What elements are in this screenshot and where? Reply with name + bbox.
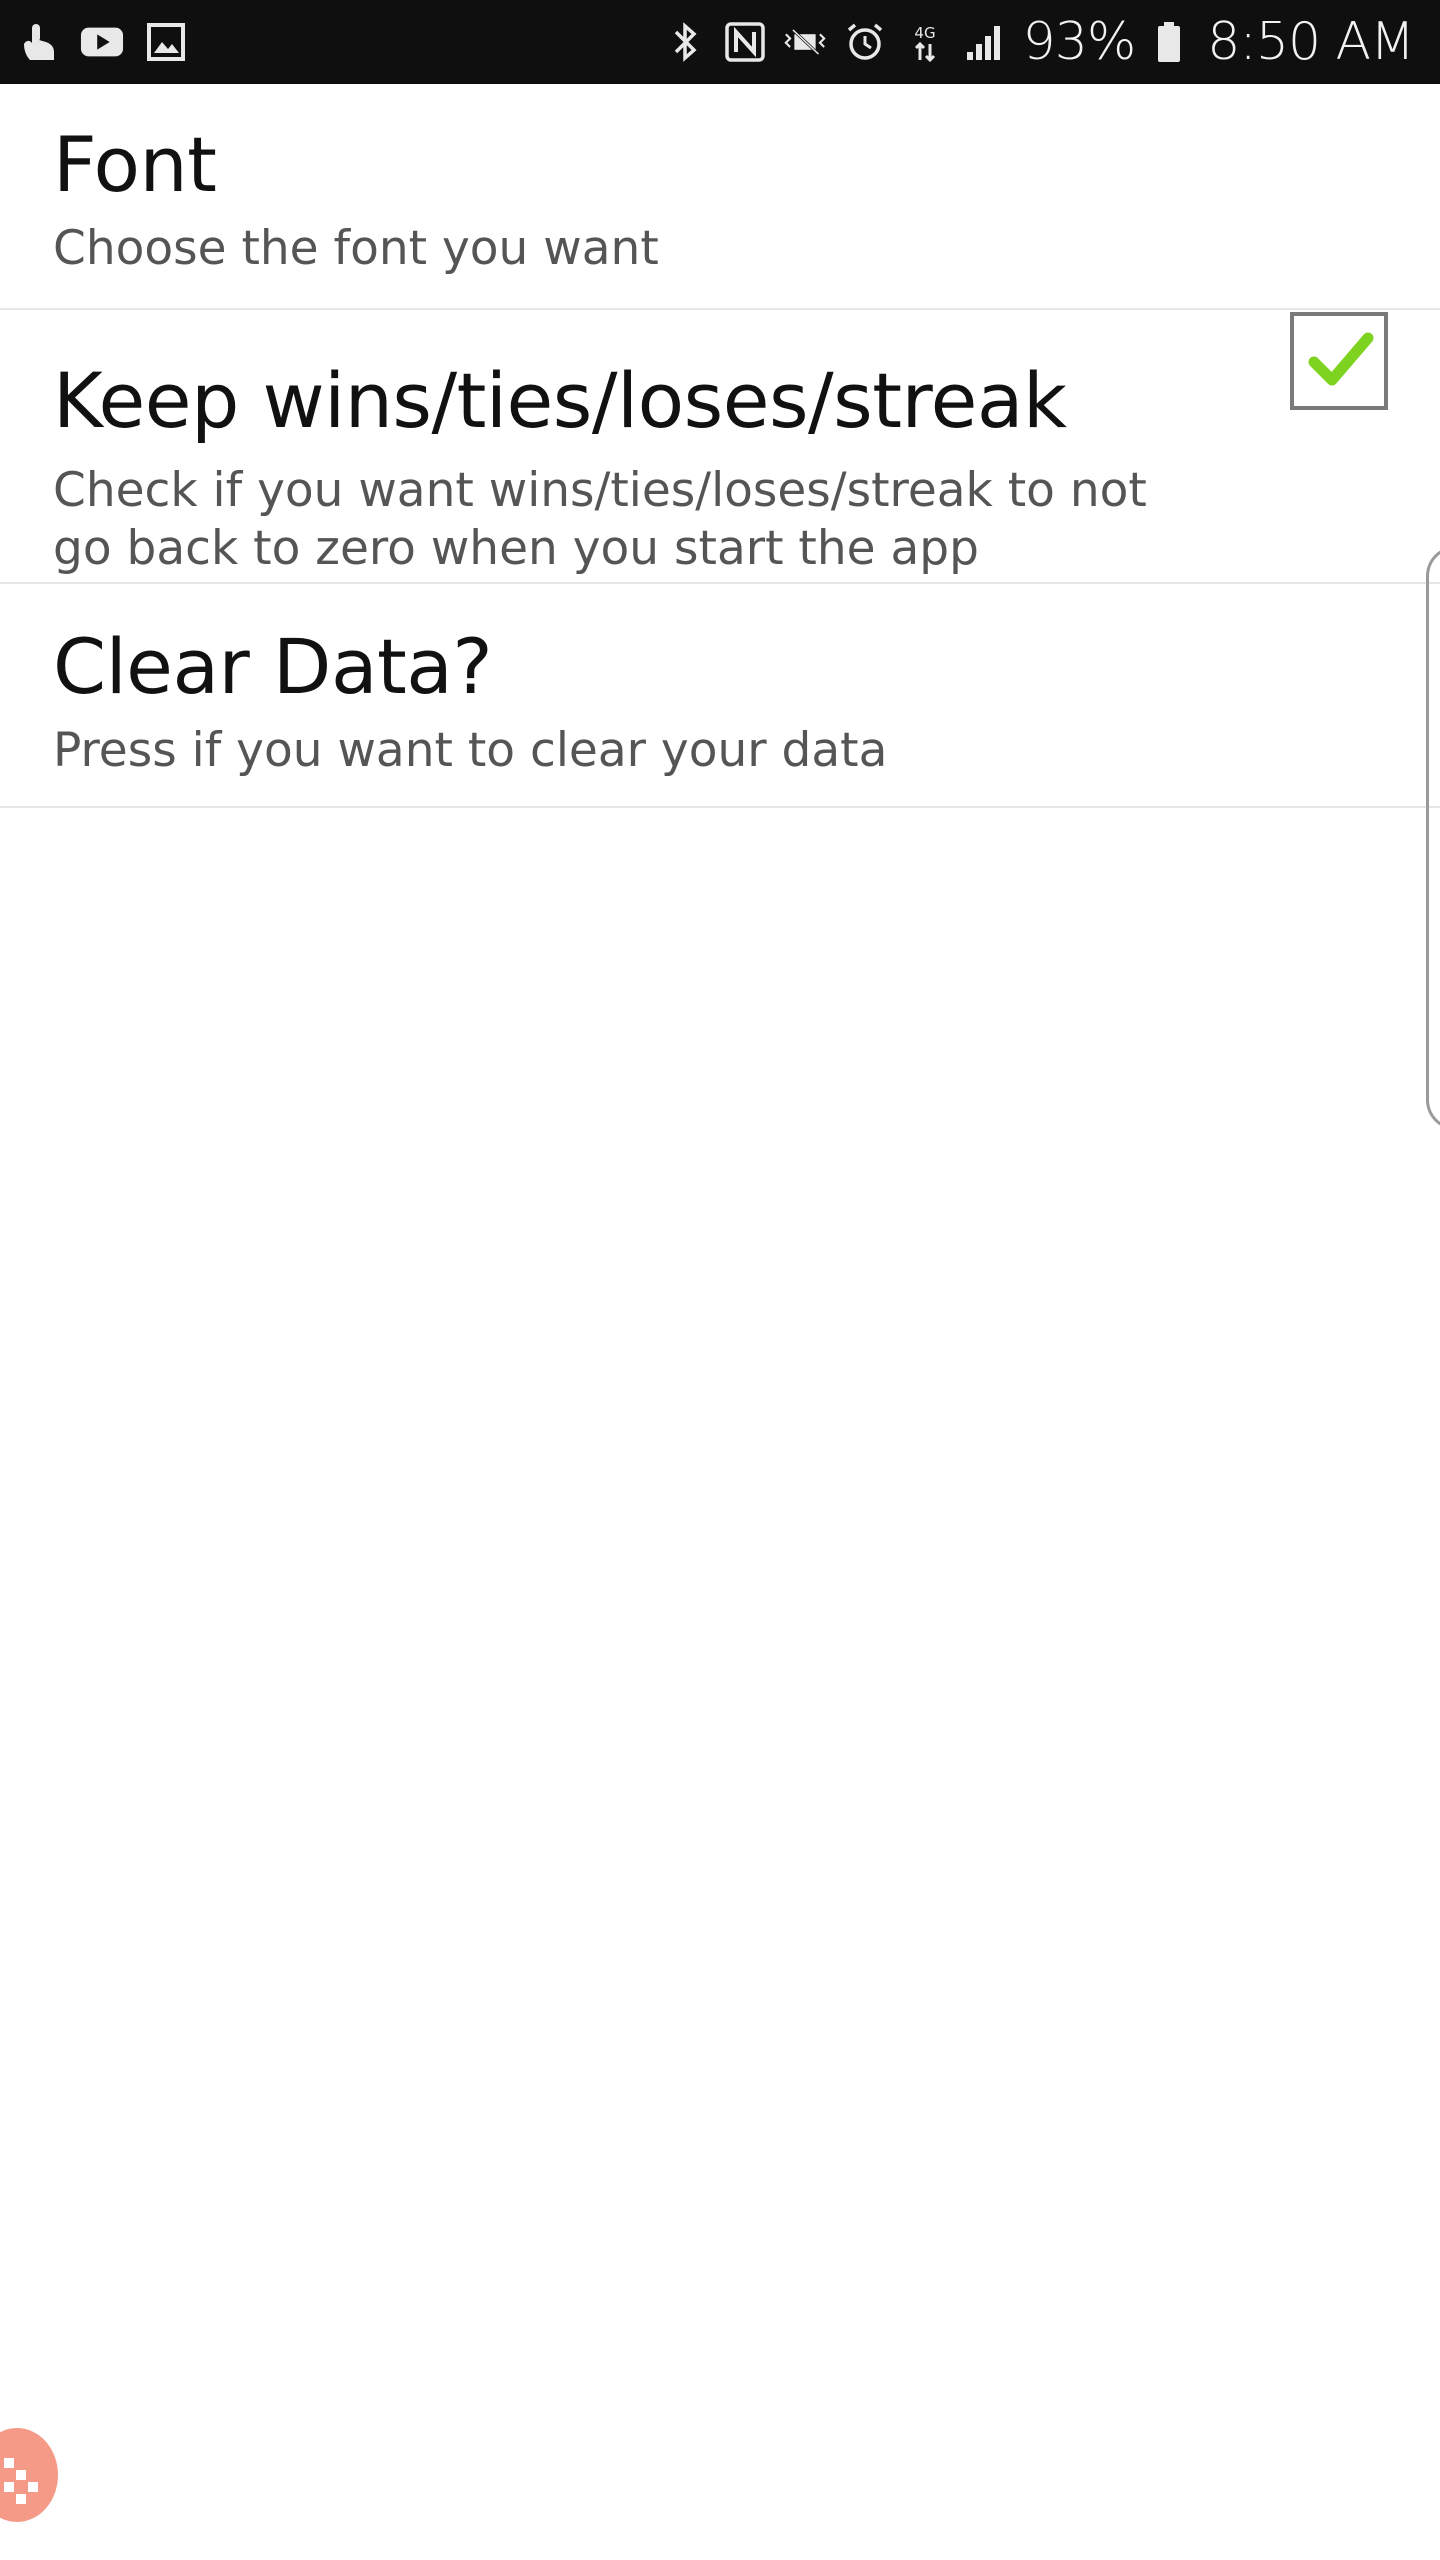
touch-icon <box>16 20 60 64</box>
bubble-dot <box>16 2470 26 2480</box>
battery-icon <box>1147 20 1191 64</box>
youtube-icon <box>80 20 124 64</box>
pref-font[interactable]: Font Choose the font you want <box>0 84 1440 310</box>
data-4g-icon: 4G <box>903 20 947 64</box>
battery-percent: 93% <box>1022 12 1137 72</box>
svg-text:4G: 4G <box>914 24 935 42</box>
pref-summary: Check if you want wins/ties/loses/streak… <box>53 463 1147 576</box>
pref-summary: Press if you want to clear your data <box>53 723 888 778</box>
pref-title: Font <box>53 120 217 209</box>
edge-panel-handle[interactable] <box>1426 546 1440 1130</box>
status-bar-left <box>16 0 188 84</box>
bubble-dot <box>4 2482 14 2492</box>
pref-keep-stats[interactable]: Keep wins/ties/loses/streak Check if you… <box>0 310 1440 584</box>
pref-clear-data[interactable]: Clear Data? Press if you want to clear y… <box>0 584 1440 808</box>
vibrate-icon <box>783 20 827 64</box>
status-bar: 4G 93% 8:50 AM <box>0 0 1440 84</box>
preference-list: Font Choose the font you want Keep wins/… <box>0 84 1440 808</box>
status-bar-right: 4G 93% 8:50 AM <box>663 0 1415 84</box>
nfc-icon <box>723 20 767 64</box>
bubble-dot <box>4 2458 14 2468</box>
alarm-icon <box>843 20 887 64</box>
gallery-icon <box>144 20 188 64</box>
bubble-dot <box>16 2494 26 2504</box>
checkmark-icon <box>1308 332 1374 386</box>
pref-summary: Choose the font you want <box>53 221 659 276</box>
floating-bubble[interactable] <box>0 2428 58 2522</box>
bluetooth-icon <box>663 20 707 64</box>
bubble-dot <box>28 2482 38 2492</box>
keep-stats-checkbox[interactable] <box>1290 312 1388 410</box>
clock: 8:50 AM <box>1207 12 1415 72</box>
pref-title: Clear Data? <box>53 622 493 711</box>
signal-icon <box>963 20 1007 64</box>
pref-title: Keep wins/ties/loses/streak <box>53 356 1067 445</box>
